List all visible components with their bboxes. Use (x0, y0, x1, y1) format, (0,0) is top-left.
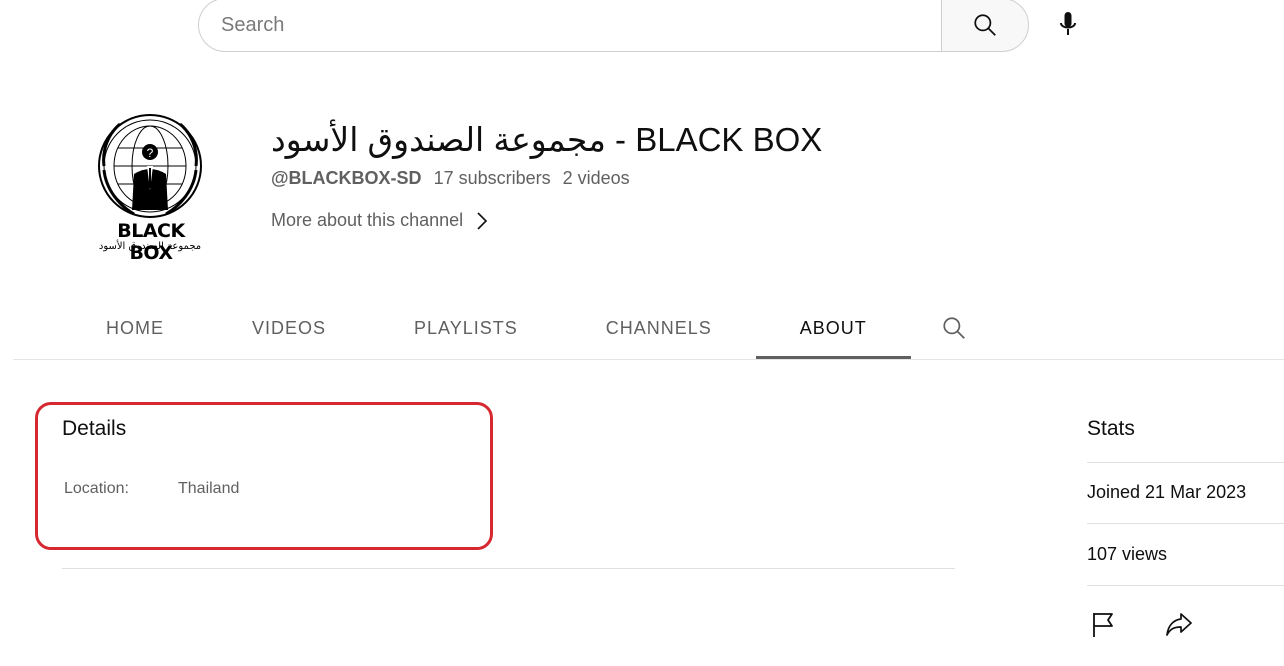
flag-icon (1093, 613, 1113, 637)
stats-divider (1087, 523, 1284, 524)
search-icon (943, 317, 965, 339)
search-input[interactable]: Search (198, 0, 942, 52)
stats-actions (1087, 606, 1195, 642)
tab-playlists[interactable]: PLAYLISTS (370, 296, 562, 360)
more-about-label: More about this channel (271, 210, 464, 230)
chevron-right-icon (477, 211, 488, 230)
channel-title: مجموعة الصندوق الأسود - BLACK BOX (271, 121, 823, 158)
view-count: 107 views (1087, 544, 1168, 564)
channel-avatar[interactable]: ? BLACK BOX مجموعة الصندوق الأسود (90, 110, 210, 264)
search-button[interactable] (941, 0, 1029, 52)
tab-videos[interactable]: VIDEOS (208, 296, 370, 360)
channel-tabs: HOME VIDEOS PLAYLISTS CHANNELS ABOUT (62, 296, 997, 360)
channel-handle: @BLACKBOX-SD (271, 168, 422, 188)
more-about-channel-link[interactable]: More about this channel (271, 210, 489, 231)
details-divider (62, 568, 955, 569)
report-button[interactable] (1087, 606, 1119, 642)
tabs-divider (13, 359, 1284, 360)
details-highlight-box (35, 402, 493, 550)
search-placeholder: Search (221, 13, 285, 36)
channel-about-page: Search ? BLACK BOX مجموعة الصندوق الأسود… (0, 0, 1284, 666)
voice-search-button[interactable] (1048, 4, 1088, 44)
svg-text:?: ? (147, 146, 154, 160)
avatar-arabic-text: مجموعة الصندوق الأسود (98, 241, 202, 252)
channel-search-button[interactable] (911, 296, 997, 360)
tab-home[interactable]: HOME (62, 296, 208, 360)
stats-heading: Stats (1087, 417, 1135, 440)
tab-about[interactable]: ABOUT (755, 296, 911, 360)
channel-meta: @BLACKBOX-SD 17 subscribers 2 videos (271, 168, 630, 189)
stats-divider (1087, 462, 1284, 463)
video-count: 2 videos (562, 168, 630, 188)
subscriber-count: 17 subscribers (433, 168, 551, 188)
joined-date: Joined 21 Mar 2023 (1087, 482, 1247, 502)
stats-divider (1087, 585, 1284, 586)
search-icon (974, 14, 996, 36)
share-icon (1166, 613, 1192, 636)
microphone-icon (1060, 12, 1076, 35)
share-button[interactable] (1163, 606, 1195, 642)
tab-channels[interactable]: CHANNELS (562, 296, 756, 360)
